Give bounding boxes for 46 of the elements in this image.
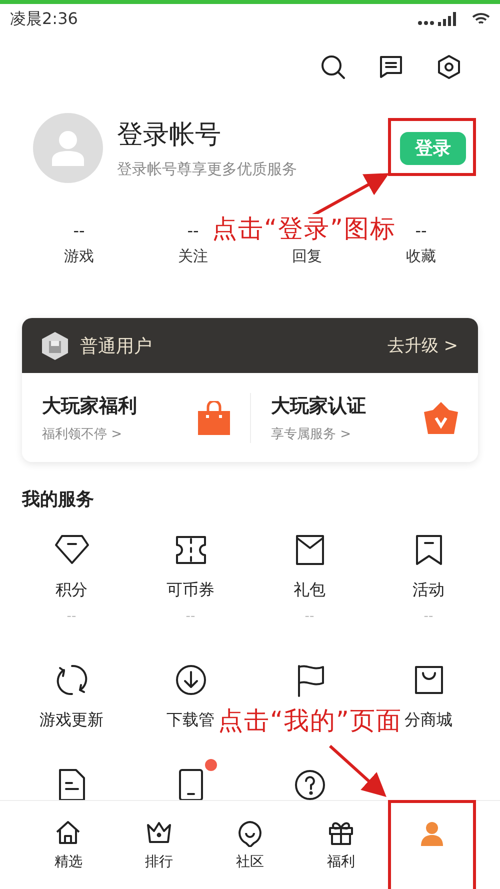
service-label[interactable]: 分商城: [404, 710, 452, 730]
person-icon: [51, 130, 85, 166]
message-icon[interactable]: [378, 54, 404, 80]
membership-bar[interactable]: 普通用户 去升级 >: [22, 318, 478, 373]
stat-value: --: [415, 220, 427, 240]
service-label[interactable]: 可币券: [166, 580, 214, 600]
service-label[interactable]: 礼包: [294, 580, 326, 600]
section-title: 我的服务: [22, 488, 95, 512]
gift-icon: [326, 819, 355, 847]
perk-subtitle[interactable]: 福利领不停 >: [42, 424, 137, 442]
hexagon-badge-icon: [42, 332, 68, 360]
service-label[interactable]: 活动: [412, 580, 444, 600]
annotation-arrow: [329, 744, 386, 798]
perk-subtitle[interactable]: 享专属服务 >: [271, 424, 366, 442]
settings-icon[interactable]: [436, 54, 462, 80]
upgrade-link[interactable]: 去升级 >: [387, 334, 458, 357]
shopping-bag-icon: [198, 400, 230, 434]
annotation-text: 点击“登录”图标: [212, 214, 396, 243]
stat-value: --: [187, 220, 199, 240]
stat-label[interactable]: 收藏: [406, 246, 436, 266]
wifi-icon: [472, 12, 490, 26]
profile-title: 登录帐号: [117, 119, 222, 152]
nav-tab[interactable]: 社区: [204, 801, 296, 889]
stat-label[interactable]: 关注: [178, 246, 208, 266]
service-value: --: [66, 608, 76, 626]
perk-title[interactable]: 大玩家认证: [271, 392, 366, 418]
chat-bubble-icon: [236, 819, 264, 847]
nav-tab[interactable]: 精选: [23, 801, 114, 889]
stat-label[interactable]: 回复: [292, 246, 322, 266]
member-level: 普通用户: [80, 334, 153, 358]
service-value: --: [424, 608, 434, 626]
service-label[interactable]: 游戏更新: [40, 710, 104, 730]
stat-value: --: [73, 220, 85, 240]
profile-subtitle: 登录帐号尊享更多优质服务: [117, 160, 298, 179]
nav-tab[interactable]: 福利: [295, 801, 386, 889]
status-time: 凌晨2:36: [10, 8, 78, 30]
search-icon[interactable]: [320, 54, 346, 80]
service-label[interactable]: 下载管: [166, 710, 214, 730]
nav-tab[interactable]: 排行: [114, 801, 205, 889]
stat-label[interactable]: 游戏: [64, 246, 94, 266]
home-icon: [54, 819, 82, 847]
service-value: --: [186, 608, 196, 626]
perk-title[interactable]: 大玩家福利: [42, 392, 137, 418]
service-value: --: [304, 608, 314, 626]
crown-badge-icon: [424, 402, 458, 434]
service-label[interactable]: 积分: [56, 580, 88, 600]
